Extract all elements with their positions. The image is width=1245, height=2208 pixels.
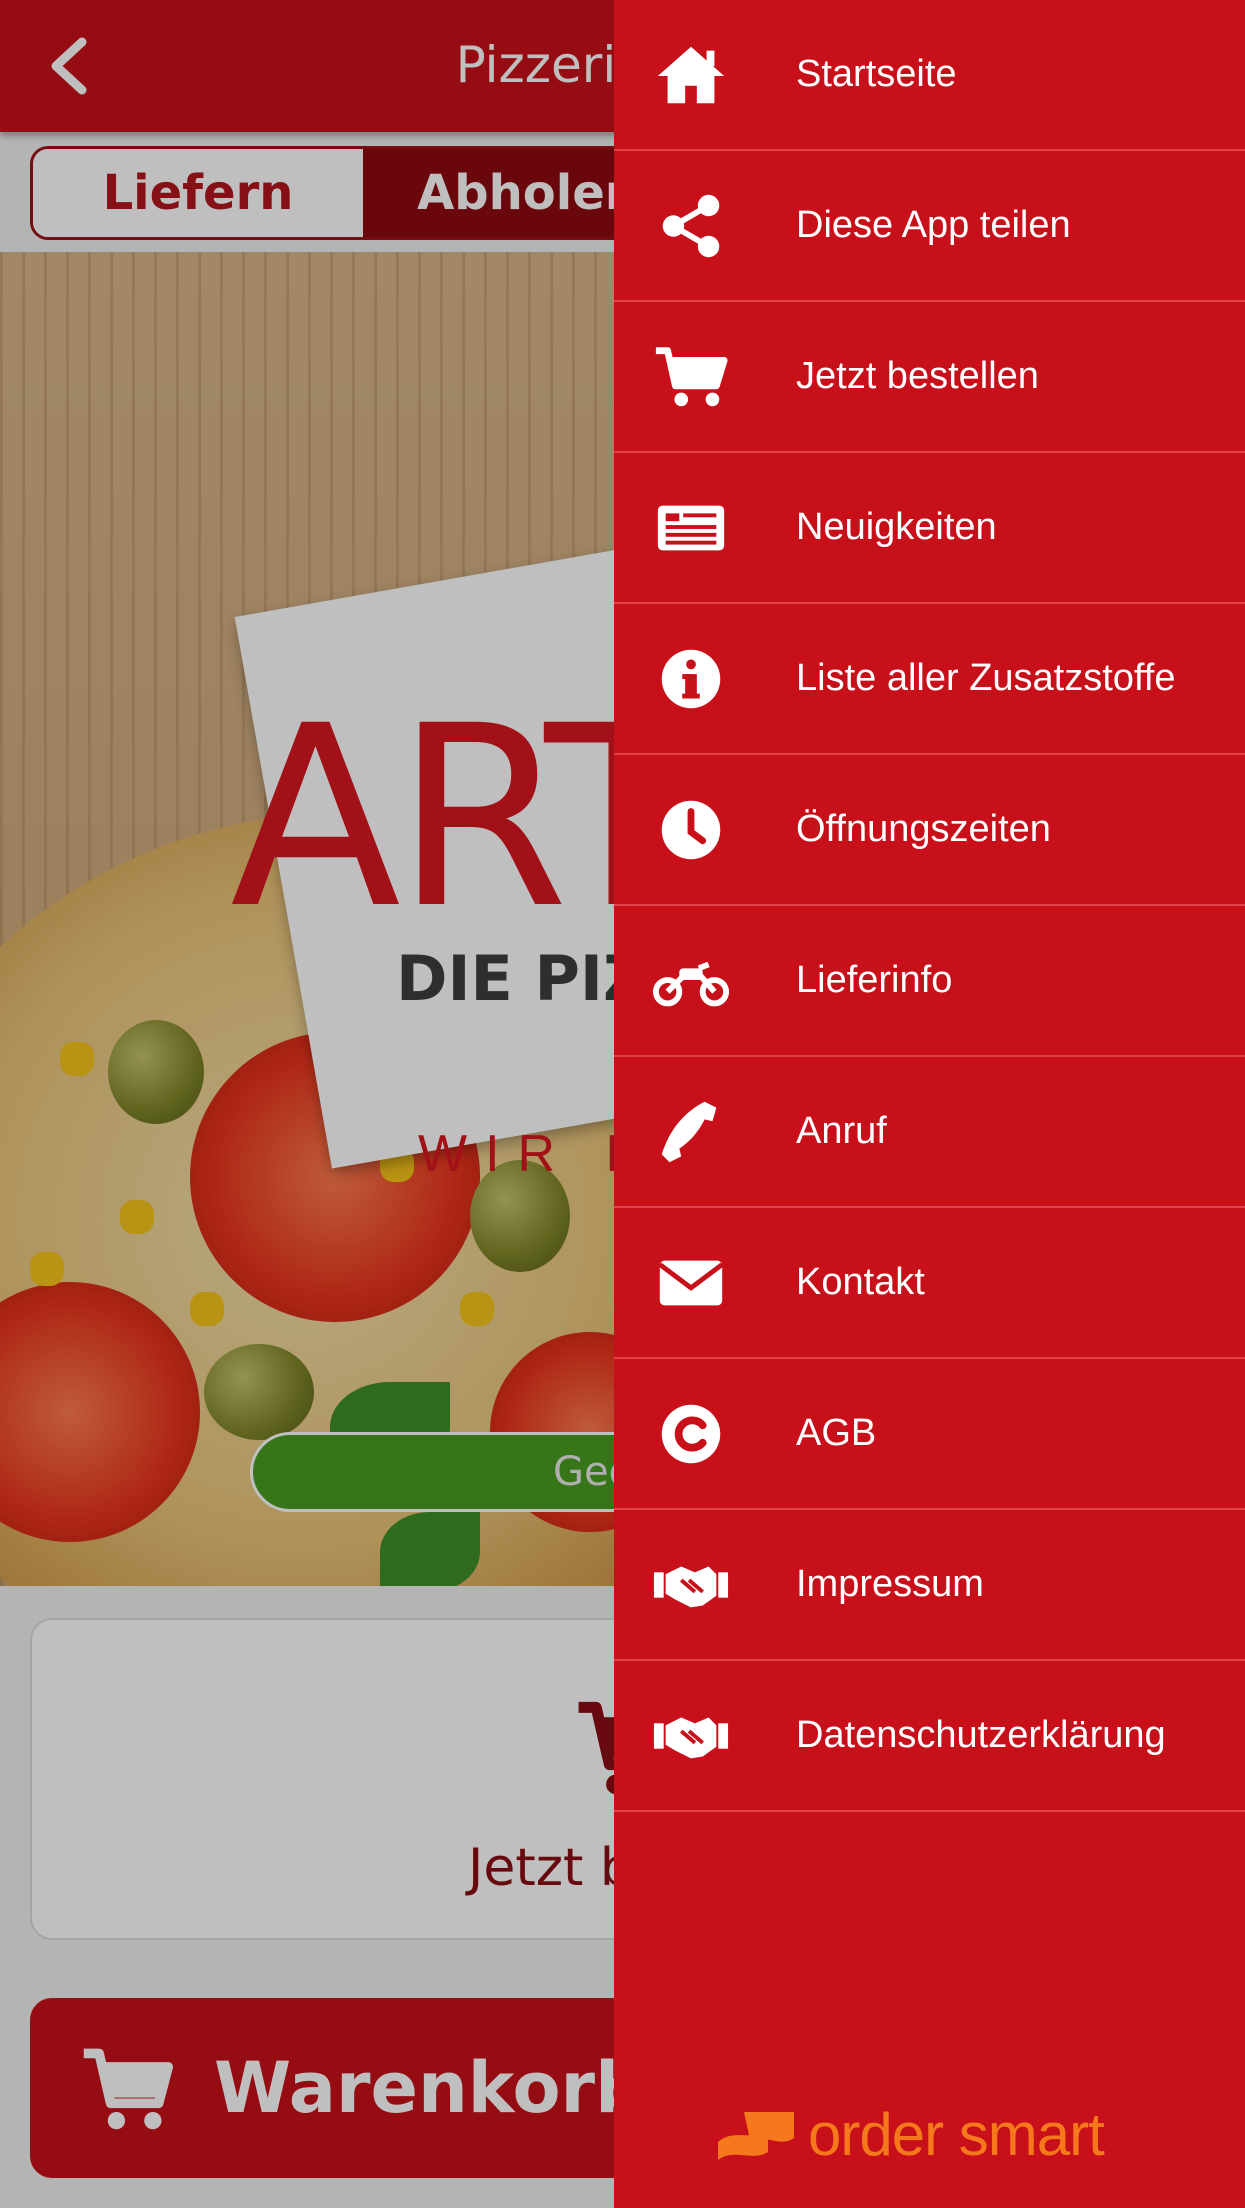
menu-item-terms[interactable]: AGB bbox=[614, 1359, 1245, 1510]
envelope-icon bbox=[652, 1248, 730, 1318]
clock-icon bbox=[652, 795, 730, 865]
menu-item-delivery-info[interactable]: Lieferinfo bbox=[614, 906, 1245, 1057]
copyright-icon bbox=[652, 1399, 730, 1469]
menu-item-opening-hours[interactable]: Öffnungszeiten bbox=[614, 755, 1245, 906]
menu-label: Startseite bbox=[796, 53, 957, 95]
menu-label: AGB bbox=[796, 1412, 877, 1454]
cart-icon bbox=[652, 342, 730, 412]
info-icon bbox=[652, 644, 730, 714]
menu-item-imprint[interactable]: Impressum bbox=[614, 1510, 1245, 1661]
menu-item-share[interactable]: Diese App teilen bbox=[614, 151, 1245, 302]
menu-label: Impressum bbox=[796, 1563, 984, 1605]
motorcycle-icon bbox=[652, 946, 730, 1016]
menu-label: Liste aller Zusatzstoffe bbox=[796, 657, 1176, 699]
menu-label: Öffnungszeiten bbox=[796, 808, 1051, 850]
menu-label: Jetzt bestellen bbox=[796, 355, 1039, 397]
menu-label: Lieferinfo bbox=[796, 959, 953, 1001]
share-icon bbox=[652, 191, 730, 261]
handshake-icon bbox=[652, 1701, 730, 1771]
menu-label: Neuigkeiten bbox=[796, 506, 997, 548]
newspaper-icon bbox=[652, 493, 730, 563]
navigation-drawer: Startseite Diese App teilen Jetzt bestel… bbox=[614, 0, 1245, 2208]
handshake-icon bbox=[652, 1550, 730, 1620]
menu-item-additives[interactable]: Liste aller Zusatzstoffe bbox=[614, 604, 1245, 755]
brand-text: order smart bbox=[808, 2101, 1105, 2168]
menu-item-contact[interactable]: Kontakt bbox=[614, 1208, 1245, 1359]
menu-label: Datenschutzerklärung bbox=[796, 1714, 1166, 1756]
menu-label: Diese App teilen bbox=[796, 204, 1071, 246]
menu-item-privacy[interactable]: Datenschutzerklärung bbox=[614, 1661, 1245, 1812]
menu-item-order[interactable]: Jetzt bestellen bbox=[614, 302, 1245, 453]
order-smart-logo: order smart bbox=[714, 2100, 1105, 2169]
menu-item-news[interactable]: Neuigkeiten bbox=[614, 453, 1245, 604]
phone-icon bbox=[652, 1097, 730, 1167]
menu-item-startseite[interactable]: Startseite bbox=[614, 0, 1245, 151]
menu-item-call[interactable]: Anruf bbox=[614, 1057, 1245, 1208]
order-smart-mark-icon bbox=[718, 2111, 794, 2160]
menu-label: Kontakt bbox=[796, 1261, 925, 1303]
menu-label: Anruf bbox=[796, 1110, 887, 1152]
home-icon bbox=[652, 40, 730, 110]
